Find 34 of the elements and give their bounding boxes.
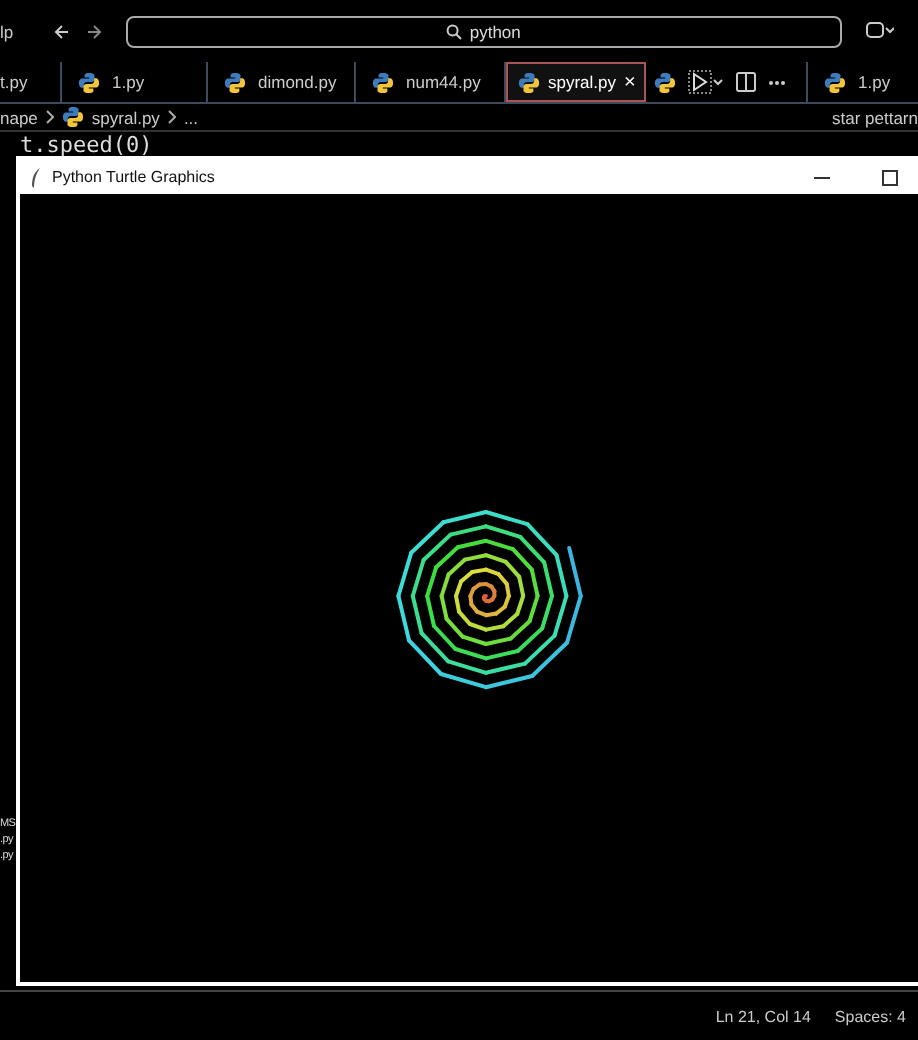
breadcrumb-item[interactable]: nape — [0, 107, 38, 127]
editor-tab[interactable]: 1.py — [806, 62, 918, 102]
chevron-right-icon — [167, 110, 176, 124]
python-file-icon — [224, 71, 246, 93]
search-field[interactable]: python — [125, 15, 842, 47]
chevron-right-icon — [45, 110, 54, 124]
cursor-position[interactable]: Ln 21, Col 14 — [715, 1007, 811, 1025]
menu-item[interactable]: lp — [0, 21, 14, 41]
python-file-icon — [61, 106, 84, 128]
python-file-icon — [372, 71, 394, 93]
split-editor-icon[interactable] — [736, 72, 756, 92]
run-icon[interactable] — [688, 70, 724, 94]
editor-tab[interactable]: t.py — [0, 62, 62, 102]
search-icon — [445, 23, 462, 39]
close-icon[interactable]: × — [624, 71, 636, 93]
breadcrumb-item[interactable]: spyral.py — [91, 107, 160, 127]
python-file-icon — [518, 71, 540, 93]
breadcrumb-item[interactable]: star pettarn — [832, 107, 918, 127]
maximize-icon[interactable] — [881, 169, 897, 185]
editor-tab[interactable]: dimond.py — [208, 62, 356, 102]
editor-tab[interactable]: 1.py — [62, 62, 208, 102]
python-file-icon — [78, 71, 100, 93]
python-file-icon — [824, 71, 846, 93]
copilot-icon[interactable] — [865, 22, 894, 40]
editor-tab[interactable]: spyral.py × — [506, 62, 646, 102]
indentation-status[interactable]: Spaces: 4 — [834, 1007, 906, 1025]
forward-arrow-icon[interactable] — [85, 23, 102, 39]
more-icon[interactable] — [768, 79, 786, 85]
back-arrow-icon[interactable] — [53, 23, 70, 39]
feather-icon — [30, 167, 42, 187]
code-line: t.speed(0) — [20, 132, 153, 158]
python-file-icon — [654, 71, 676, 93]
breadcrumb-item[interactable]: ... — [183, 107, 199, 127]
window-title: Python Turtle Graphics — [52, 168, 217, 186]
